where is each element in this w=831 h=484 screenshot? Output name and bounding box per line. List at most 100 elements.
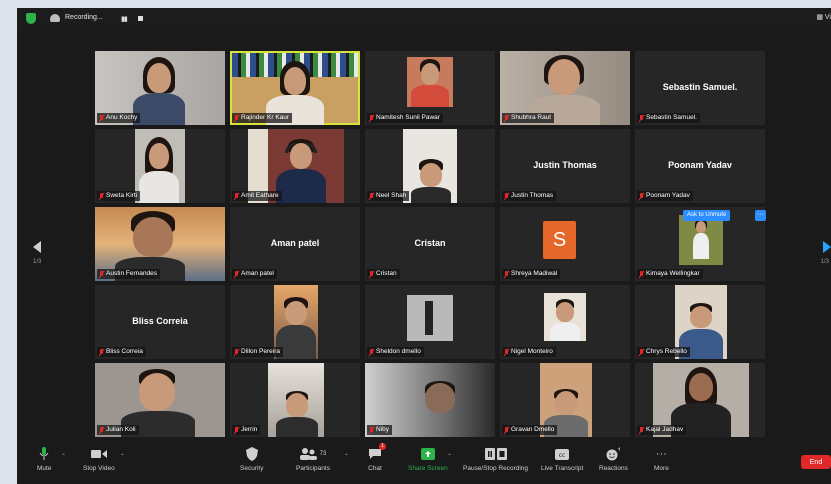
mute-options-caret-icon[interactable]: ⌃ [61,453,66,460]
top-bar: Recording... ▮▮ ▦ Vi [17,8,831,30]
participant-tile[interactable]: Kajal Jadhav [635,363,765,437]
mute-label: Mute [37,465,52,472]
reactions-label: Reactions [599,465,628,472]
live-transcript-button[interactable]: cc Live Transcript [541,446,583,472]
participant-tile[interactable]: Austin Fernandes [95,207,225,281]
chat-icon: 1 [368,443,386,462]
chat-button[interactable]: 1 Chat [368,443,386,472]
participant-tile[interactable]: S Shreya Madiwal [500,207,630,281]
gallery-view: 1/3 1/3 Anu Kochy Rajinder Kr Kaur Namit… [17,30,831,440]
mic-muted-icon [639,270,644,278]
mic-muted-icon [99,270,104,278]
stop-icon[interactable] [138,16,143,21]
participant-tile[interactable]: Amit Eathare [230,129,360,203]
mic-muted-icon [369,270,374,278]
participant-tile[interactable]: Aman patel Aman patel [230,207,360,281]
participant-name: Amit Eathare [241,192,279,199]
participants-options-caret-icon[interactable]: ⌃ [344,453,349,460]
previous-page-icon[interactable] [33,241,41,253]
mic-muted-icon [234,270,239,278]
tile-more-options-button[interactable]: ··· [755,210,766,221]
pause-stop-recording-label: Pause/Stop Recording [463,465,529,472]
participant-tile[interactable]: Chrys Rebello [635,285,765,359]
participant-name: Cristan [376,270,397,277]
svg-text:cc: cc [559,452,566,459]
ask-to-unmute-button[interactable]: Ask to Unmute [683,210,731,221]
participant-tile[interactable]: Anu Kochy [95,51,225,125]
participant-name: Shubhra Raut [511,114,552,121]
pause-stop-icon [484,446,507,462]
participant-tile[interactable]: Niby [365,363,495,437]
more-label: More [654,465,669,472]
security-button[interactable]: Security [240,446,263,472]
mic-muted-icon [504,426,509,434]
view-label: Vi [824,14,831,21]
security-shield-icon [245,446,258,462]
participant-tile[interactable]: Neel Shah [365,129,495,203]
participant-name: Sweta Kirti [106,192,138,199]
participants-button[interactable]: 73 Participants [296,446,330,472]
stop-video-label: Stop Video [83,465,115,472]
participants-label: Participants [296,465,330,472]
participant-tile[interactable]: Shubhra Raut [500,51,630,125]
mic-muted-icon [234,114,239,122]
mic-muted-icon [369,348,374,356]
closed-caption-icon: cc [555,446,570,462]
participant-tile[interactable]: Namitesh Sunil Pawar [365,51,495,125]
participant-name: Niby [376,426,390,433]
participant-name: Sebastin Samuel. [646,114,697,121]
participant-display-name: Sebastin Samuel. [662,82,738,92]
participant-display-name: Justin Thomas [533,160,597,170]
end-meeting-button[interactable]: End [801,455,831,469]
pause-icon[interactable]: ▮▮ [121,15,128,23]
participant-tile[interactable]: Nigel Monteiro [500,285,630,359]
chat-label: Chat [368,465,382,472]
mic-muted-icon [504,114,509,122]
mic-muted-icon [504,192,509,200]
view-button[interactable]: ▦ Vi [816,13,831,21]
participant-name: Namitesh Sunil Pawar [376,114,440,121]
stop-video-button[interactable]: Stop Video [83,446,115,472]
participant-tile[interactable]: Cristan Cristan [365,207,495,281]
mic-muted-icon [639,348,644,356]
participant-tile[interactable]: Jerrin [230,363,360,437]
reactions-button[interactable]: + Reactions [599,446,628,472]
next-page-icon[interactable] [823,241,831,253]
mic-muted-icon [639,192,644,200]
participant-name: Chrys Rebello [646,348,687,355]
participant-display-name: Bliss Correia [132,316,188,326]
participant-tile[interactable]: Dillon Pereira [230,285,360,359]
participant-name: Aman patel [241,270,274,277]
more-button[interactable]: ··· More [654,446,669,472]
mic-muted-icon [639,426,644,434]
participant-tile[interactable]: Sheldon dmello [365,285,495,359]
shield-icon[interactable] [26,13,36,24]
participant-tile[interactable]: Julian Koli [95,363,225,437]
pause-stop-recording-button[interactable]: Pause/Stop Recording [463,446,528,472]
participant-tile[interactable]: Sebastin Samuel. Sebastin Samuel. [635,51,765,125]
participant-tile[interactable]: Poonam Yadav Poonam Yadav [635,129,765,203]
smiley-plus-icon: + [606,446,620,462]
video-options-caret-icon[interactable]: ⌃ [120,453,125,460]
page-indicator-right: 1/3 [820,259,829,265]
participant-tile[interactable]: Bliss Correia Bliss Correia [95,285,225,359]
microphone-icon [39,446,49,462]
mic-muted-icon [99,426,104,434]
participant-display-name: Poonam Yadav [668,160,732,170]
participant-name: Kajal Jadhav [646,426,684,433]
zoom-window: Recording... ▮▮ ▦ Vi 1/3 1/3 Anu Kochy R… [17,8,831,484]
participant-name: Anu Kochy [106,114,138,121]
mute-button[interactable]: Mute [37,446,51,472]
participants-count: 73 [319,451,327,457]
participant-tile[interactable]: Sweta Kirti [95,129,225,203]
participant-tile[interactable]: Gravan Dmello [500,363,630,437]
participant-name: Jerrin [241,426,258,433]
participant-tile[interactable]: Justin Thomas Justin Thomas [500,129,630,203]
mic-muted-icon [504,270,509,278]
share-screen-button[interactable]: Share Screen [408,446,448,472]
participant-name: Justin Thomas [511,192,554,199]
mic-muted-icon [99,192,104,200]
video-camera-icon [90,446,107,462]
participant-tile-active-speaker[interactable]: Rajinder Kr Kaur [230,51,360,125]
share-options-caret-icon[interactable]: ⌃ [447,453,452,460]
